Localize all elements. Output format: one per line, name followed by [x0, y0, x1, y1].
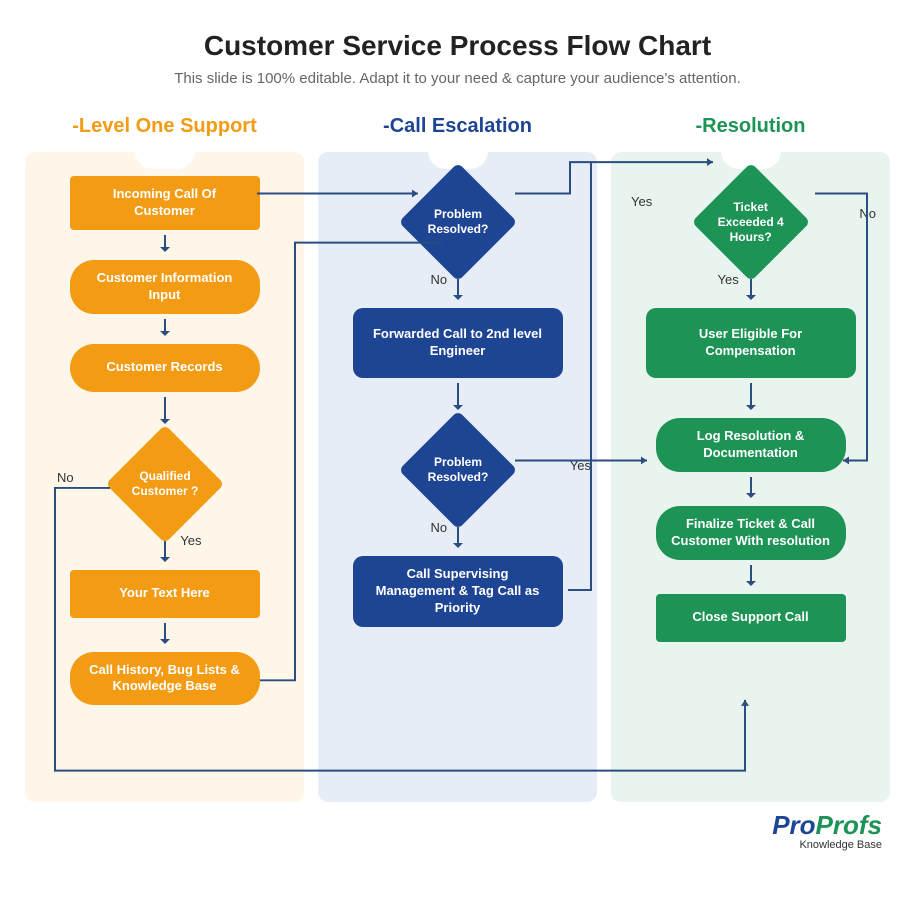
arrow-down-icon: [164, 541, 166, 561]
arrow-down-icon: [164, 397, 166, 423]
lane-resolution: -Resolution Yes Ticket Exceeded 4 Hours?…: [611, 115, 890, 802]
node-customer-records: Customer Records: [70, 344, 260, 392]
node-your-text-here: Your Text Here: [70, 570, 260, 618]
lane-body-escalation: Problem Resolved? No Forwarded Call to 2…: [318, 152, 597, 802]
node-close-support-call: Close Support Call: [656, 594, 846, 642]
edge-label-yes: Yes: [180, 533, 201, 548]
footer: ProProfs Knowledge Base: [25, 802, 890, 851]
diamond-text: Problem Resolved?: [416, 455, 500, 485]
arrow-down-icon: [457, 527, 459, 547]
node-forward-2nd-level: Forwarded Call to 2nd level Engineer: [353, 308, 563, 378]
arrow-down-icon: [457, 383, 459, 409]
decision-ticket-exceeded: Yes Ticket Exceeded 4 Hours? No: [619, 176, 882, 274]
edge-label-no: No: [431, 520, 448, 535]
edge-label-no: No: [57, 470, 74, 485]
diamond-problem-resolved-2: Problem Resolved?: [398, 411, 517, 530]
decision-qualified-customer: No Qualified Customer ? Yes: [33, 432, 296, 536]
diamond-text: Problem Resolved?: [416, 207, 500, 237]
brand-profs: Profs: [816, 810, 882, 840]
arrow-down-icon: [750, 279, 752, 299]
diamond-qualified-customer: Qualified Customer ?: [105, 424, 224, 543]
arrow-down-icon: [750, 477, 752, 497]
decision-problem-resolved-2: Problem Resolved? Yes: [326, 418, 589, 522]
node-call-supervising: Call Supervising Management & Tag Call a…: [353, 556, 563, 627]
page-title: Customer Service Process Flow Chart: [25, 30, 890, 62]
brand-subtitle: Knowledge Base: [772, 840, 882, 851]
edge-label-no: No: [859, 206, 876, 221]
lane-level-one: -Level One Support Incoming Call Of Cust…: [25, 115, 304, 802]
header: Customer Service Process Flow Chart This…: [25, 30, 890, 87]
edge-no-wrap: No: [457, 274, 459, 308]
arrow-down-icon: [457, 279, 459, 299]
edge-no-wrap: No: [457, 522, 459, 556]
arrow-down-icon: [164, 623, 166, 643]
edge-label-yes: Yes: [631, 194, 652, 209]
edge-label-no: No: [431, 272, 448, 287]
node-customer-input: Customer Information Input: [70, 260, 260, 314]
decision-problem-resolved-1: Problem Resolved?: [326, 176, 589, 274]
arrow-down-icon: [164, 319, 166, 335]
diamond-problem-resolved-1: Problem Resolved?: [398, 163, 517, 282]
arrow-down-icon: [164, 235, 166, 251]
lanes: -Level One Support Incoming Call Of Cust…: [25, 115, 890, 802]
diamond-text: Qualified Customer ?: [123, 469, 207, 499]
node-finalize-ticket: Finalize Ticket & Call Customer With res…: [656, 506, 846, 560]
lane-body-resolution: Yes Ticket Exceeded 4 Hours? No Yes User…: [611, 152, 890, 802]
node-user-compensation: User Eligible For Compensation: [646, 308, 856, 378]
notch-icon: [135, 151, 195, 169]
node-call-history: Call History, Bug Lists & Knowledge Base: [70, 652, 260, 706]
edge-yes-wrap: Yes: [750, 274, 752, 308]
lane-header-level-one: -Level One Support: [72, 115, 256, 138]
node-incoming-call: Incoming Call Of Customer: [70, 176, 260, 230]
lane-header-resolution: -Resolution: [696, 115, 806, 138]
node-log-resolution: Log Resolution & Documentation: [656, 418, 846, 472]
lane-call-escalation: -Call Escalation Problem Resolved? No Fo…: [318, 115, 597, 802]
brand-name: ProProfs: [772, 812, 882, 838]
lane-body-level-one: Incoming Call Of Customer Customer Infor…: [25, 152, 304, 802]
edge-label-yes: Yes: [570, 458, 591, 473]
diamond-text: Ticket Exceeded 4 Hours?: [709, 200, 793, 245]
lane-header-escalation: -Call Escalation: [383, 115, 532, 138]
arrow-down-icon: [750, 565, 752, 585]
arrow-down-icon: [750, 383, 752, 409]
brand-pro: Pro: [772, 810, 815, 840]
page-subtitle: This slide is 100% editable. Adapt it to…: [25, 70, 890, 87]
brand-logo: ProProfs Knowledge Base: [772, 812, 882, 851]
diamond-ticket-exceeded: Ticket Exceeded 4 Hours?: [691, 163, 810, 282]
edge-label-yes: Yes: [718, 272, 739, 287]
